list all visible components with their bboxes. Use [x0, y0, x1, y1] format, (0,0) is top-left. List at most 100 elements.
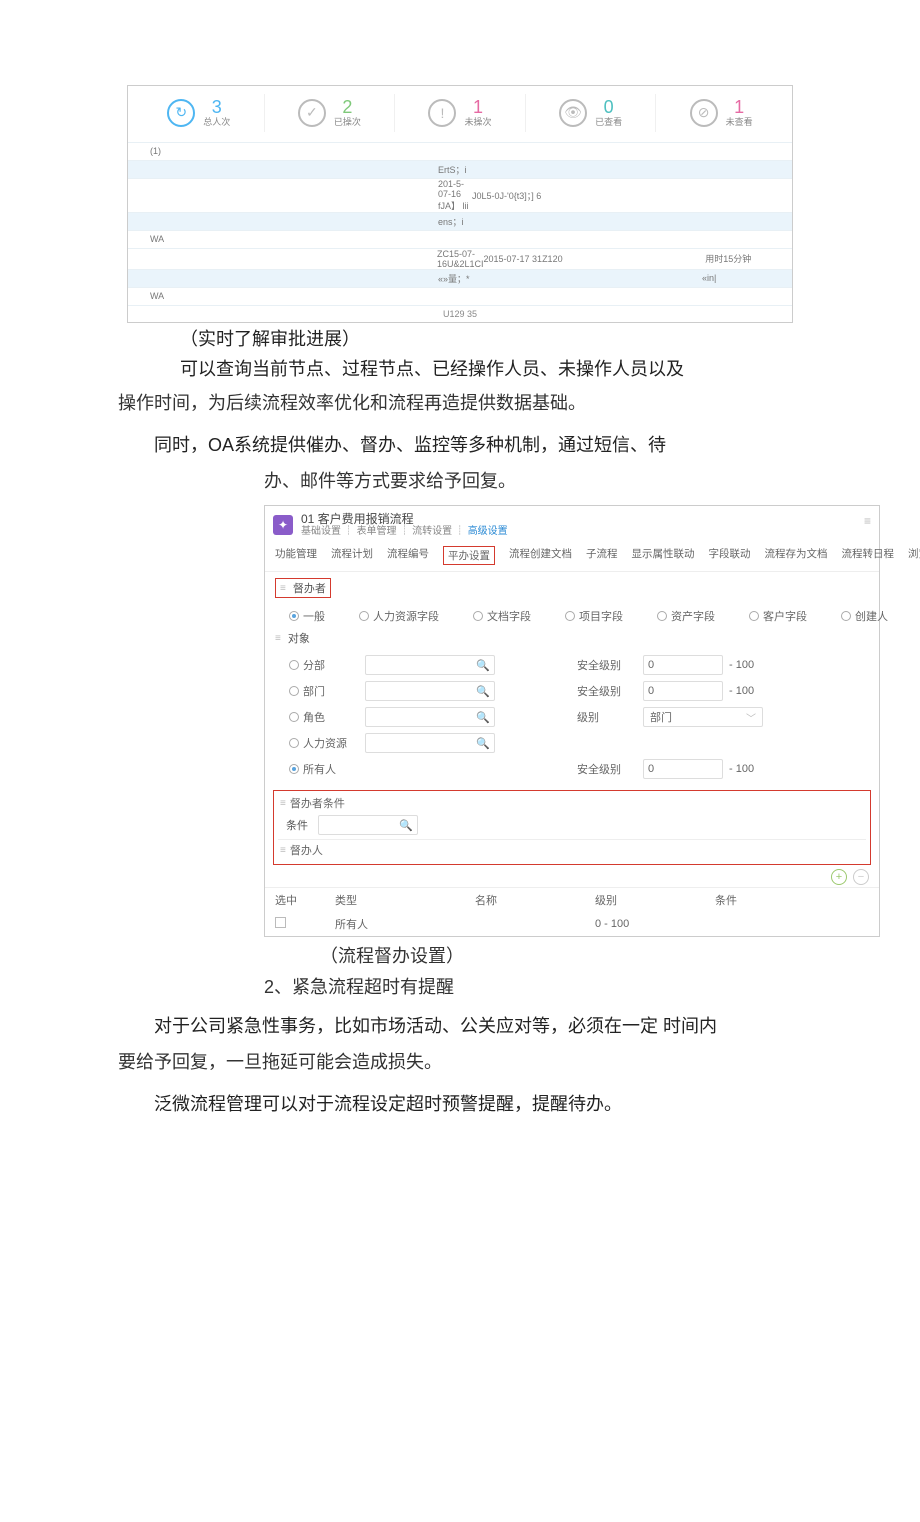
radio-all[interactable]: 所有人: [289, 761, 359, 777]
tab-item[interactable]: 流程转日程: [842, 546, 895, 565]
table-row: ErtS；i: [128, 160, 792, 178]
radio-role[interactable]: 角色: [289, 709, 359, 725]
sec-level-range: - 100: [729, 659, 799, 671]
handle-icon: ≡: [280, 583, 286, 594]
level-label: 级别: [577, 709, 637, 725]
tab-item[interactable]: 功能管理: [275, 546, 317, 565]
row-right: 2015-07-17 31Z120: [484, 254, 706, 264]
object-form: 分部 🔍 安全级别 0 - 100 部门 🔍 安全级别 0 - 100 角色 🔍…: [265, 650, 879, 786]
radio-creator[interactable]: 创建人: [841, 608, 888, 624]
tab-item[interactable]: 显示属性联动: [632, 546, 695, 565]
th-name: 名称: [475, 892, 595, 908]
sec-level-range: - 100: [729, 685, 799, 697]
section-object: ≡ 对象: [265, 630, 879, 650]
hr-input[interactable]: 🔍: [365, 733, 495, 753]
row-far: «in|: [702, 273, 792, 283]
stat-card-done: ✓ 2 已操次: [265, 94, 396, 132]
tab-item[interactable]: 流程计划: [331, 546, 373, 565]
radio-cust[interactable]: 客户字段: [749, 608, 807, 624]
crumb[interactable]: 基础设置: [301, 526, 341, 537]
radio-dept[interactable]: 部门: [289, 683, 359, 699]
radio-doc[interactable]: 文档字段: [473, 608, 531, 624]
remove-button[interactable]: −: [853, 869, 869, 885]
chevron-down-icon: ﹀: [746, 710, 756, 725]
menu-icon[interactable]: ≡: [864, 514, 871, 528]
warn-icon: !: [428, 99, 456, 127]
sec-level-label: 安全级别: [577, 657, 637, 673]
radio-general[interactable]: 一般: [289, 608, 325, 624]
p4: 泛微流程管理可以对于流程设定超时预警提醒，提醒待办。: [118, 1086, 800, 1122]
settings-header: ✦ 01 客户费用报销流程 基础设置 ┊ 表单管理 ┊ 流转设置 ┊ 高级设置 …: [265, 506, 879, 540]
search-icon: 🔍: [476, 659, 490, 672]
tab-item[interactable]: 字段联动: [709, 546, 751, 565]
search-icon: 🔍: [476, 711, 490, 724]
table-row: ens；i: [128, 212, 792, 230]
stats-table: (1)ErtS；i201-5-07-16 fJA】 liiJ0L5-0J-'0{…: [128, 142, 792, 322]
radio-asset[interactable]: 资产字段: [657, 608, 715, 624]
search-icon: 🔍: [476, 685, 490, 698]
radio-branch[interactable]: 分部: [289, 657, 359, 673]
branch-input[interactable]: 🔍: [365, 655, 495, 675]
stat-card-viewed: 👁 0 已查看: [526, 94, 657, 132]
checkbox-icon: [275, 917, 286, 928]
object-row: 分部 🔍 安全级别 0 - 100: [289, 652, 869, 678]
stat-label: 未查看: [726, 118, 753, 128]
level-select[interactable]: 部门﹀: [643, 707, 763, 727]
table-row: 所有人 0 - 100: [265, 912, 879, 936]
sec-level-from[interactable]: 0: [643, 655, 723, 675]
th-level: 级别: [595, 892, 715, 908]
settings-tabs: 功能管理 流程计划 流程编号 平办设置 流程创建文档 子流程 显示属性联动 字段…: [265, 540, 879, 572]
table-row: WA: [128, 230, 792, 248]
stats-row: ↻ 3 总人次 ✓ 2 已操次 ! 1 未操次 👁 0: [128, 86, 792, 142]
role-input[interactable]: 🔍: [365, 707, 495, 727]
radio-hr[interactable]: 人力资源字段: [359, 608, 439, 624]
radio-type-row: 一般 人力资源字段 文档字段 项目字段 资产字段 客户字段 创建人: [265, 602, 879, 630]
tab-item[interactable]: 子流程: [586, 546, 618, 565]
radio-proj[interactable]: 项目字段: [565, 608, 623, 624]
add-button[interactable]: +: [831, 869, 847, 885]
object-row: 部门 🔍 安全级别 0 - 100: [289, 678, 869, 704]
stat-num: 1: [726, 98, 753, 118]
tab-item-active[interactable]: 平办设置: [443, 546, 495, 565]
stat-label: 已操次: [334, 118, 361, 128]
handle-icon: ≡: [275, 633, 281, 644]
tab-item[interactable]: 流程编号: [387, 546, 429, 565]
row-type: 所有人: [335, 916, 475, 932]
radio-icon: [749, 611, 759, 621]
table-row: (1): [128, 142, 792, 160]
p2-line1: 同时，OA系统提供催办、督办、监控等多种机制，通过短信、待: [118, 427, 800, 463]
object-row: 角色 🔍 级别 部门﹀: [289, 704, 869, 730]
th-type: 类型: [335, 892, 475, 908]
dept-input[interactable]: 🔍: [365, 681, 495, 701]
crumb[interactable]: 流转设置: [412, 526, 452, 537]
stat-num: 0: [595, 98, 622, 118]
bullet-2: 2、紧急流程超时有提醒: [264, 972, 920, 1003]
handle-icon: ≡: [280, 845, 286, 856]
crumb[interactable]: 表单管理: [357, 526, 397, 537]
caption-supervise: （流程督办设置）: [264, 941, 920, 972]
tab-item[interactable]: 浏览数据定义: [908, 546, 920, 565]
stats-footer: U129 35: [128, 305, 792, 322]
cond-title: ≡督办者条件: [278, 793, 866, 813]
sec-level-from[interactable]: 0: [643, 681, 723, 701]
handle-icon: ≡: [280, 798, 286, 809]
radio-icon: [289, 611, 299, 621]
crumb-current[interactable]: 高级设置: [468, 526, 508, 537]
breadcrumb: 基础设置 ┊ 表单管理 ┊ 流转设置 ┊ 高级设置: [301, 526, 508, 538]
table-row: «»量；*«in|: [128, 269, 792, 287]
cond-field-label: 条件: [286, 817, 308, 833]
tab-item[interactable]: 流程创建文档: [509, 546, 572, 565]
row-checkbox[interactable]: [275, 917, 335, 931]
search-icon: 🔍: [476, 737, 490, 750]
row-right: J0L5-0J-'0{t3]；] 6: [472, 189, 702, 202]
sync-icon: ↻: [167, 99, 195, 127]
sec-level-label: 安全级别: [577, 761, 637, 777]
sec-level-from[interactable]: 0: [643, 759, 723, 779]
p1-line1: 可以查询当前节点、过程节点、已经操作人员、未操作人员以及: [180, 355, 920, 381]
radio-icon: [473, 611, 483, 621]
settings-screenshot: ✦ 01 客户费用报销流程 基础设置 ┊ 表单管理 ┊ 流转设置 ┊ 高级设置 …: [264, 505, 880, 937]
cond-input[interactable]: 🔍: [318, 815, 418, 835]
radio-icon: [289, 660, 299, 670]
tab-item[interactable]: 流程存为文档: [765, 546, 828, 565]
radio-hr-obj[interactable]: 人力资源: [289, 735, 359, 751]
